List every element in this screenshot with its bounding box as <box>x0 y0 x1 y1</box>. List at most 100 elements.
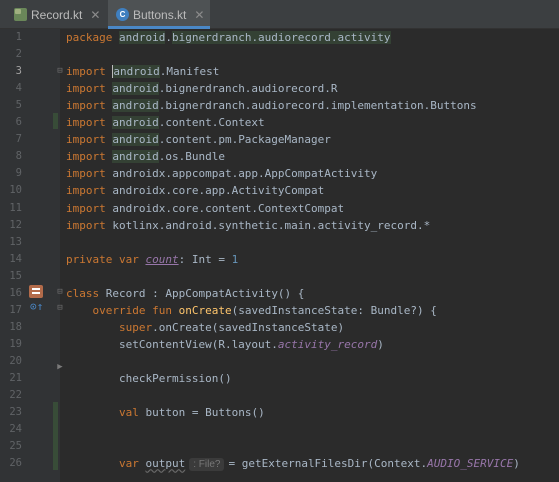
code-token: kotlinx.android.synthetic.main.activity_… <box>112 218 431 232</box>
line-number: 21 <box>9 372 22 384</box>
line-number: 4 <box>15 82 22 95</box>
code-token: import <box>66 65 113 79</box>
line-number: 17 <box>9 303 22 316</box>
code-token: .os.Bundle <box>158 150 225 164</box>
code-line[interactable]: 17 override fun onCreate(savedInstanceSt… <box>0 302 559 319</box>
code-token: import <box>66 167 113 181</box>
code-line[interactable]: 18 super.onCreate(savedInstanceState) <box>0 319 559 336</box>
code-token: AUDIO_SERVICE <box>427 457 514 471</box>
code-token: count <box>145 252 179 266</box>
code-text[interactable]: import androidx.appcompat.app.AppCompatA… <box>66 165 377 182</box>
line-number: 1 <box>15 31 22 43</box>
line-number: 13 <box>9 235 22 248</box>
line-number: 2 <box>15 48 22 61</box>
code-line[interactable]: 4 import android.bignerdranch.audiorecord… <box>0 80 559 97</box>
code-text[interactable]: import android.bignerdranch.audiorecord.… <box>66 97 477 114</box>
code-line[interactable]: 12 import kotlinx.android.synthetic.main.… <box>0 217 559 234</box>
code-line[interactable]: 26 var output: File? = getExternalFilesDi… <box>0 455 559 472</box>
code-line[interactable]: 10 import androidx.core.app.ActivityCompa… <box>0 182 559 199</box>
code-text[interactable]: val button = Buttons() <box>66 404 265 421</box>
code-line[interactable]: 11 import androidx.core.content.ContextCo… <box>0 200 559 217</box>
code-token: androidx.core.app.ActivityCompat <box>112 184 325 198</box>
code-token: import <box>66 201 113 215</box>
tab-record-kt[interactable]: Record.kt ✕ <box>0 0 108 29</box>
code-token: import <box>66 99 113 113</box>
code-token: setContentView(R.layout. <box>66 337 278 351</box>
code-token: androidx.core.content.ContextCompat <box>112 201 345 215</box>
editor-tab-bar: Record.kt ✕ C Buttons.kt ✕ <box>0 0 559 29</box>
kotlin-class-icon <box>14 8 27 21</box>
code-token: checkPermission() <box>66 372 232 385</box>
code-text[interactable]: import androidx.core.app.ActivityCompat <box>66 182 324 199</box>
code-token: android <box>118 31 166 44</box>
code-token: private var <box>66 252 146 266</box>
line-number: 20 <box>9 354 22 367</box>
code-text[interactable]: import androidx.core.content.ContextComp… <box>66 200 344 217</box>
code-line[interactable]: 23 val button = Buttons() <box>0 404 559 421</box>
code-text[interactable]: class Record : AppCompatActivity() { <box>66 285 304 302</box>
code-line[interactable]: 3 import android.Manifest <box>0 63 559 80</box>
code-line[interactable]: 24 <box>0 421 559 438</box>
code-text[interactable]: var output: File? = getExternalFilesDir(C… <box>66 455 520 472</box>
code-text[interactable]: import kotlinx.android.synthetic.main.ac… <box>66 217 430 234</box>
code-line[interactable]: 8 import android.os.Bundle <box>0 148 559 165</box>
code-line[interactable]: 1 package android.bignerdranch.audiorecor… <box>0 29 559 46</box>
code-line[interactable]: 6 import android.content.Context <box>0 114 559 131</box>
code-token: package <box>66 31 119 44</box>
code-token: android <box>113 65 160 79</box>
tab-label: Buttons.kt <box>133 7 187 22</box>
code-text[interactable]: override fun onCreate(savedInstanceState… <box>66 302 437 319</box>
code-text[interactable]: private var count: Int = 1 <box>66 251 238 268</box>
line-number: 12 <box>9 218 22 231</box>
code-line[interactable]: 2 <box>0 46 559 63</box>
code-text[interactable]: checkPermission() <box>66 370 232 387</box>
line-number: 25 <box>9 440 22 453</box>
code-line[interactable]: 5 import android.bignerdranch.audiorecord… <box>0 97 559 114</box>
line-number: 10 <box>9 184 22 197</box>
code-token: bignerdranch.audiorecord.activity <box>171 31 391 44</box>
close-icon[interactable]: ✕ <box>194 9 204 21</box>
code-line[interactable]: 20 <box>0 353 559 370</box>
code-line[interactable]: 14 private var count: Int = 1 <box>0 251 559 268</box>
code-token: = getExternalFilesDir(Context. <box>228 457 428 471</box>
code-token: .Manifest <box>159 65 220 79</box>
code-token: Record : AppCompatActivity() { <box>105 286 305 300</box>
code-line[interactable]: 13 <box>0 234 559 251</box>
code-token: import <box>66 116 113 130</box>
code-text[interactable]: import android.content.pm.PackageManager <box>66 131 331 148</box>
code-text[interactable]: import android.content.Context <box>66 114 265 131</box>
code-text[interactable]: import android.bignerdranch.audiorecord.… <box>66 80 338 97</box>
code-token: onCreate <box>178 303 232 317</box>
code-token: import <box>66 150 113 164</box>
tab-buttons-kt[interactable]: C Buttons.kt ✕ <box>108 0 210 29</box>
code-text[interactable]: import android.Manifest <box>66 63 219 80</box>
line-number: 23 <box>9 406 22 419</box>
code-token: android <box>112 150 159 164</box>
code-line[interactable]: 16 class Record : AppCompatActivity() { <box>0 285 559 302</box>
code-token: ) <box>513 457 520 471</box>
code-token: android <box>112 133 159 147</box>
code-line[interactable]: 9 import androidx.appcompat.app.AppCompat… <box>0 165 559 182</box>
code-text[interactable]: import android.os.Bundle <box>66 148 225 165</box>
code-token: .content.Context <box>158 116 265 130</box>
code-line[interactable]: 7 import android.content.pm.PackageManage… <box>0 131 559 148</box>
line-number: 15 <box>9 269 22 282</box>
code-text[interactable]: super.onCreate(savedInstanceState) <box>66 319 344 336</box>
code-text[interactable]: setContentView(R.layout.activity_record) <box>66 336 384 353</box>
line-number: 5 <box>15 99 22 112</box>
code-text[interactable]: package android.bignerdranch.audiorecord… <box>66 29 391 46</box>
code-token: super <box>118 320 153 334</box>
code-line[interactable]: 15 <box>0 268 559 285</box>
code-line[interactable]: 22 <box>0 387 559 404</box>
code-line[interactable]: 21 checkPermission() <box>0 370 559 387</box>
code-token: .onCreate(savedInstanceState) <box>152 320 345 334</box>
code-line[interactable]: 19 setContentView(R.layout.activity_reco… <box>0 336 559 353</box>
code-token: android <box>112 99 159 113</box>
line-number: 26 <box>9 457 22 470</box>
close-icon[interactable]: ✕ <box>90 9 100 21</box>
code-line[interactable]: 25 <box>0 438 559 455</box>
line-number: 18 <box>9 320 22 333</box>
